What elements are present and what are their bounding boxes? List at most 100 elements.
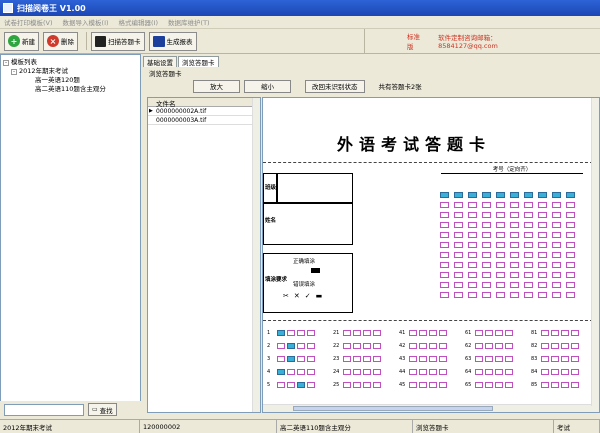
new-button[interactable]: + 新建 — [4, 31, 39, 51]
answer-bubble — [429, 343, 437, 349]
exam-number-bubble — [440, 252, 449, 258]
exam-number-bubble — [510, 192, 519, 198]
exam-number-header: 考号（定向齐） — [441, 162, 583, 174]
answer-bubble — [409, 330, 417, 336]
answer-bubble — [373, 382, 381, 388]
wrong-fill-label: 错误填涂 — [293, 282, 316, 288]
title-bar: 扫描阅卷王 V1.00 — [0, 0, 600, 16]
answer-bubble — [287, 330, 295, 336]
exam-number-bubble — [524, 202, 533, 208]
answer-bubble — [373, 356, 381, 362]
exam-number-bubble — [566, 292, 575, 298]
exam-number-bubble — [496, 272, 505, 278]
exam-number-bubble — [468, 192, 477, 198]
answer-bubble — [485, 356, 493, 362]
tree-item-english110[interactable]: 高二英语110题含主观分 — [35, 83, 106, 93]
exam-number-bubble — [524, 262, 533, 268]
tab-basic-settings[interactable]: 基础设置 — [143, 56, 177, 67]
answer-bubble — [343, 330, 351, 336]
exam-number-bubble — [552, 262, 561, 268]
exam-number-bubble — [440, 192, 449, 198]
answer-bubbles — [475, 382, 515, 388]
answer-bubble — [297, 356, 305, 362]
zoom-in-button[interactable]: 放大 — [193, 79, 240, 93]
exam-number-bubble — [510, 262, 519, 268]
reset-status-button[interactable]: 改回未识别状态 — [305, 79, 365, 93]
answer-bubble — [419, 356, 427, 362]
answer-bubbles — [409, 382, 449, 388]
answer-bubble — [561, 343, 569, 349]
answer-bubble — [353, 369, 361, 375]
file-row[interactable]: ▶ 0000000002A.tif — [148, 108, 254, 116]
exam-number-bubble — [454, 232, 463, 238]
answer-bubbles — [541, 382, 581, 388]
answer-bubble — [495, 356, 503, 362]
exam-number-bubble — [468, 282, 477, 288]
answer-bubble — [505, 356, 513, 362]
scroll-thumb[interactable] — [293, 406, 493, 411]
menu-item-print-template[interactable]: 试卷打印模板(V) — [4, 17, 53, 27]
answer-bubble — [419, 343, 427, 349]
collapse-icon[interactable]: - — [3, 60, 9, 66]
exam-number-bubble — [552, 252, 561, 258]
question-number: 21 — [333, 330, 340, 336]
exam-number-bubble — [454, 242, 463, 248]
exam-number-bubble — [552, 212, 561, 218]
preview-h-scrollbar[interactable] — [263, 404, 599, 412]
file-row[interactable]: 0000000003A.tif — [148, 117, 254, 125]
scan-button[interactable]: 扫描答题卡 — [91, 31, 145, 51]
exam-number-bubble — [566, 282, 575, 288]
exam-number-bubble — [454, 252, 463, 258]
question-number: 85 — [531, 382, 538, 388]
answer-bubble — [541, 382, 549, 388]
exam-number-bubble — [482, 292, 491, 298]
exam-number-bubble — [510, 242, 519, 248]
answer-bubble — [353, 330, 361, 336]
find-button[interactable]: ▭ 查找 — [88, 403, 117, 416]
collapse-icon[interactable]: - — [11, 69, 17, 75]
menu-item-format-editor[interactable]: 格式编辑器(I) — [119, 17, 159, 27]
search-input[interactable] — [4, 403, 84, 416]
exam-number-bubble — [566, 262, 575, 268]
question-number: 22 — [333, 343, 340, 349]
preview-v-scrollbar[interactable] — [591, 98, 599, 406]
answer-bubble — [429, 330, 437, 336]
question-number: 64 — [465, 369, 472, 375]
exam-number-bubble — [440, 262, 449, 268]
answer-bubble — [505, 343, 513, 349]
answer-bubble — [571, 343, 579, 349]
answer-bubble — [419, 369, 427, 375]
answer-bubble — [277, 356, 285, 362]
answer-bubble — [343, 382, 351, 388]
exam-number-bubble — [468, 262, 477, 268]
question-number: 3 — [267, 356, 271, 362]
delete-button[interactable]: × 删除 — [43, 31, 78, 51]
exam-number-bubble — [538, 252, 547, 258]
exam-number-bubble — [482, 282, 491, 288]
status-mode: 浏览答题卡 — [413, 420, 554, 433]
exam-number-bubble — [440, 272, 449, 278]
zoom-out-button[interactable]: 缩小 — [244, 79, 291, 93]
answer-bubble — [541, 330, 549, 336]
class-label: 班级 — [265, 185, 277, 191]
answer-bubble — [541, 356, 549, 362]
answer-bubble — [409, 356, 417, 362]
answer-bubbles — [475, 356, 515, 362]
correct-fill-label: 正确填涂 — [293, 259, 316, 265]
menu-item-db-maintenance[interactable]: 数据库维护(T) — [168, 17, 210, 27]
answer-bubble — [343, 369, 351, 375]
answer-bubble — [429, 382, 437, 388]
exam-number-bubble — [440, 232, 449, 238]
answer-bubble — [475, 343, 483, 349]
exam-number-bubble — [538, 292, 547, 298]
filelist-scrollbar[interactable] — [252, 98, 260, 412]
answer-bubble — [571, 382, 579, 388]
answer-bubble — [363, 382, 371, 388]
exam-number-bubble — [552, 232, 561, 238]
answer-bubble — [277, 382, 285, 388]
exam-number-bubble — [496, 192, 505, 198]
report-button[interactable]: 生成报表 — [148, 31, 197, 51]
tab-browse-sheets[interactable]: 浏览答题卡 — [178, 56, 219, 67]
menu-item-import-template[interactable]: 数据导入模板(I) — [63, 17, 109, 27]
answer-bubble — [297, 330, 305, 336]
